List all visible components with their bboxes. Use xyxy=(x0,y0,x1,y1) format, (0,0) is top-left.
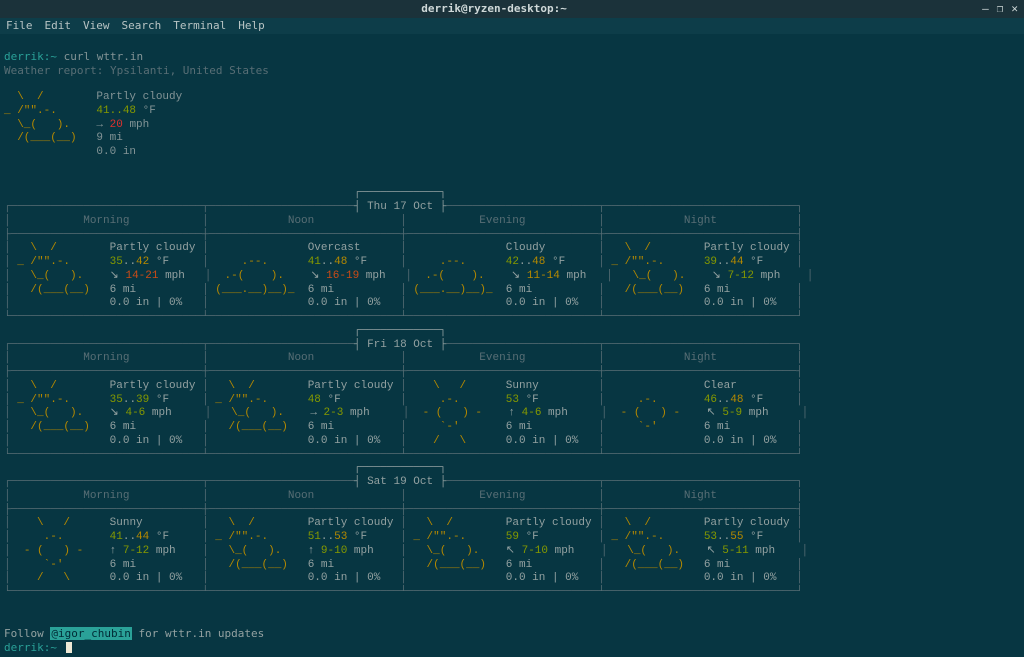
forecast-day: ┌────────────┐ ┌────────────────────────… xyxy=(4,462,1020,600)
prompt-user-2: derrik xyxy=(4,641,44,654)
menu-view[interactable]: View xyxy=(81,19,112,33)
menu-file[interactable]: File xyxy=(4,19,35,33)
terminal-output[interactable]: derrik:~ curl wttr.in Weather report: Yp… xyxy=(0,34,1024,657)
menu-help[interactable]: Help xyxy=(236,19,267,33)
close-button[interactable]: ✕ xyxy=(1011,2,1018,16)
window-buttons: — ❐ ✕ xyxy=(982,2,1018,16)
menu-search[interactable]: Search xyxy=(120,19,164,33)
prompt-sep: :~ xyxy=(44,50,57,63)
titlebar: derrik@ryzen-desktop:~ — ❐ ✕ xyxy=(0,0,1024,18)
current-weather-block: \ / Partly cloudy _ /"".-. 41..48 °F \_(… xyxy=(4,91,1020,160)
menu-terminal[interactable]: Terminal xyxy=(171,19,228,33)
footer-text1: Follow xyxy=(4,627,50,640)
window-title: derrik@ryzen-desktop:~ xyxy=(6,2,982,16)
footer-handle: @igor_chubin xyxy=(50,627,131,640)
menu-edit[interactable]: Edit xyxy=(43,19,74,33)
footer-text2: for wttr.in updates xyxy=(132,627,264,640)
report-header: Weather report: Ypsilanti, United States xyxy=(4,64,269,77)
cursor-icon xyxy=(66,642,72,653)
prompt-user: derrik xyxy=(4,50,44,63)
minimize-button[interactable]: — xyxy=(982,2,989,16)
forecast-tables: ┌────────────┐ ┌────────────────────────… xyxy=(4,187,1020,600)
menubar: File Edit View Search Terminal Help xyxy=(0,18,1024,34)
command-text: curl wttr.in xyxy=(64,50,143,63)
prompt-sep-2: :~ xyxy=(44,641,57,654)
forecast-day: ┌────────────┐ ┌────────────────────────… xyxy=(4,325,1020,463)
forecast-day: ┌────────────┐ ┌────────────────────────… xyxy=(4,187,1020,325)
maximize-button[interactable]: ❐ xyxy=(997,2,1004,16)
